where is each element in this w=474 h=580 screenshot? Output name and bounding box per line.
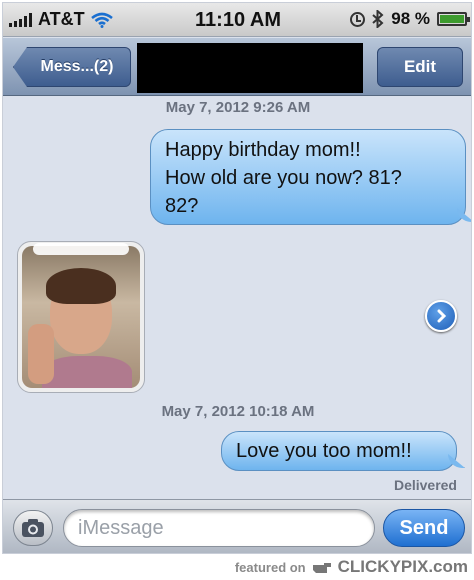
iphone-messages-screen: AT&T 11:10 AM 98 % Mess...(2) Edit May 7… xyxy=(2,2,472,554)
camera-icon xyxy=(22,519,44,537)
photo-bubble-gloss xyxy=(33,243,129,255)
edit-button[interactable]: Edit xyxy=(377,47,463,87)
message-line: Happy birthday mom!! xyxy=(165,139,361,161)
pointing-hand-icon xyxy=(312,563,331,573)
watermark: featured on CLICKYPIX.com xyxy=(235,556,468,578)
camera-button[interactable] xyxy=(13,510,53,546)
open-photo-chevron-icon[interactable] xyxy=(425,300,457,332)
watermark-featured: featured on xyxy=(234,559,306,575)
watermark-brand: CLICKYPIX.com xyxy=(337,557,468,576)
message-timestamp: May 7, 2012 10:18 AM xyxy=(161,403,315,420)
message-line: How old are you now? 81? xyxy=(165,167,402,189)
battery-fill xyxy=(440,15,464,23)
received-photo xyxy=(22,246,140,388)
sent-message-bubble[interactable]: Happy birthday mom!! How old are you now… xyxy=(150,129,466,225)
message-timestamp: May 7, 2012 9:26 AM xyxy=(165,99,311,116)
status-bar: AT&T 11:10 AM 98 % xyxy=(3,3,471,37)
bluetooth-icon xyxy=(372,10,384,28)
message-line: Love you too mom!! xyxy=(236,440,412,462)
message-input-bar: Send xyxy=(3,499,471,553)
redacted-contact-name xyxy=(137,43,363,93)
send-button[interactable]: Send xyxy=(383,509,465,547)
imessage-input[interactable] xyxy=(63,509,375,547)
back-button-label: Mess...(2) xyxy=(40,58,114,75)
delivery-status: Delivered xyxy=(393,477,457,493)
battery-percent: 98 % xyxy=(391,9,430,28)
message-line: 82? xyxy=(165,195,199,217)
navigation-bar: Mess...(2) Edit xyxy=(3,38,471,96)
rotation-lock-icon xyxy=(350,11,366,27)
status-right: 98 % xyxy=(350,9,470,29)
sent-message-bubble[interactable]: Love you too mom!! xyxy=(221,431,457,471)
received-photo-bubble[interactable] xyxy=(17,241,145,393)
back-button[interactable]: Mess...(2) xyxy=(13,47,131,87)
battery-icon xyxy=(437,12,470,26)
